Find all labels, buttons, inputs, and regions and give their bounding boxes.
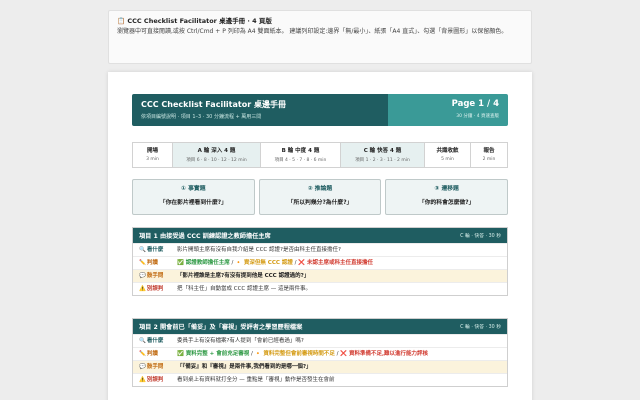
flow-stage-time: 3 min — [146, 157, 159, 162]
flow-stage: A 輪 深入 4 題 項目 6 · 8 · 10 · 12 · 12 min — [173, 143, 261, 167]
flow-stage-name: 開場 — [146, 148, 158, 154]
item-row-look: 🔍看什麼 影片開頭主席有沒有自我介紹是 CCC 認證?是否由科主任直接擔任? — [133, 243, 507, 256]
row-label: 鼓手問 — [146, 273, 164, 279]
session-flow: 開場 3 min A 輪 深入 4 題 項目 6 · 8 · 10 · 12 ·… — [132, 142, 508, 168]
flow-stage: 共識收斂 5 min — [425, 143, 471, 167]
page-header: CCC Checklist Facilitator 桌邊手冊 依項目編號說明 ·… — [132, 94, 508, 126]
universal-questions: ① 事實題 「你在影片裡看到什麼?」 ② 推論題 「所以判幾分?為什麼?」 ③ … — [132, 179, 509, 215]
page-subtitle: 依項目編號說明 · 項目 1–3 · 30 分鐘流程 + 萬用三問 — [141, 114, 262, 120]
item-tag: C 輪 · 快答 · 30 秒 — [460, 325, 501, 330]
row-value: 委員手上有沒有檔案?有人提到「會前已經看過」嗎? — [177, 338, 304, 344]
judge-pass: ✅ 認證教師擔任主席 — [177, 260, 230, 266]
notice-body: 瀏覽器中可直接閱讀,或按 Ctrl/Cmd + P 列印為 A4 雙面紙本。 建… — [117, 28, 508, 35]
magnifier-icon: 🔍 — [139, 247, 146, 253]
speech-bubble-icon: 💬 — [139, 364, 146, 370]
row-value: 看到桌上有資料就打全分 — 重點是「審視」動作是否發生在會前 — [177, 377, 335, 383]
flow-stage: 開場 3 min — [133, 143, 173, 167]
judge-fail: ❌ 資料準備不足,難以進行能力評核 — [340, 351, 429, 357]
judge-fail: ❌ 未認主席或科主任直接擔任 — [298, 260, 373, 266]
judge-partial: 🔸 資料完整但會前審視時間不足 — [254, 351, 335, 357]
pencil-icon: ✏️ — [139, 260, 146, 266]
page-number: Page 1 / 4 — [451, 99, 499, 109]
question-title: ③ 遷移題 — [434, 186, 459, 192]
notice-title: 📋 CCC Checklist Facilitator 桌邊手冊 · 4 頁版 — [117, 17, 272, 25]
flow-stage: B 輪 中度 4 題 項目 4 · 5 · 7 · 8 · 6 min — [261, 143, 341, 167]
judge-pass: ✅ 資料完整 + 會前充足審視 — [177, 351, 250, 357]
row-value: 「影片裡誰是主席?有沒有提到他是 CCC 認證過的?」 — [177, 273, 310, 279]
item-row-judge: ✏️判讀 ✅ 認證教師擔任主席 / 🔸 資深但無 CCC 認證 / ❌ 未認主席… — [133, 256, 507, 269]
flow-stage-time: 項目 4 · 5 · 7 · 8 · 6 min — [274, 158, 327, 163]
warning-icon: ⚠️ — [139, 286, 146, 292]
pencil-icon: ✏️ — [139, 351, 146, 357]
item-row-ask: 💬鼓手問 「『備妥』和『審視』是兩件事,我們看到的是哪一個?」 — [133, 360, 507, 373]
flow-stage-name: C 輪 快答 4 題 — [363, 148, 402, 154]
question-title: ② 推論題 — [307, 186, 333, 192]
item-title: 項目 2 開會前已「備妥」及「審視」受評者之學習歷程檔案 — [139, 324, 303, 331]
row-label: 看什麼 — [146, 338, 164, 344]
item-header: 項目 1 由接受過 CCC 訓練認證之教師擔任主席 C 輪 · 快答 · 30 … — [133, 228, 507, 243]
row-label: 別誤判 — [146, 286, 164, 292]
question-text: 「你在影片裡看到什麼?」 — [159, 200, 227, 206]
flow-stage-name: A 輪 深入 4 題 — [197, 148, 236, 154]
item-row-judge: ✏️判讀 ✅ 資料完整 + 會前充足審視 / 🔸 資料完整但會前審視時間不足 /… — [133, 347, 507, 360]
warning-icon: ⚠️ — [139, 377, 146, 383]
checklist-item: 項目 1 由接受過 CCC 訓練認證之教師擔任主席 C 輪 · 快答 · 30 … — [132, 227, 508, 296]
flow-stage: C 輪 快答 4 題 項目 1 · 2 · 3 · 11 · 2 min — [341, 143, 425, 167]
flow-stage-name: 報告 — [483, 148, 495, 154]
page-meta: 30 分鐘 · 4 頁速查版 — [456, 114, 499, 119]
row-label: 鼓手問 — [146, 364, 164, 370]
flow-stage-time: 項目 6 · 8 · 10 · 12 · 12 min — [186, 158, 247, 163]
row-label: 判讀 — [146, 351, 158, 357]
item-row-warn: ⚠️別誤判 看到桌上有資料就打全分 — 重點是「審視」動作是否發生在會前 — [133, 373, 507, 386]
flow-stage-name: B 輪 中度 4 題 — [281, 148, 320, 154]
question-card: ① 事實題 「你在影片裡看到什麼?」 — [132, 179, 255, 215]
flow-stage-time: 項目 1 · 2 · 3 · 11 · 2 min — [355, 158, 410, 163]
item-row-look: 🔍看什麼 委員手上有沒有檔案?有人提到「會前已經看過」嗎? — [133, 334, 507, 347]
row-label: 看什麼 — [146, 247, 164, 253]
row-label: 判讀 — [146, 260, 158, 266]
row-value: 「『備妥』和『審視』是兩件事,我們看到的是哪一個?」 — [177, 364, 312, 370]
checklist-item: 項目 2 開會前已「備妥」及「審視」受評者之學習歷程檔案 C 輪 · 快答 · … — [132, 318, 508, 387]
row-value: 把「科主任」自動當成 CCC 認證主席 — 這是兩件事。 — [177, 286, 312, 292]
question-card: ② 推論題 「所以判幾分?為什麼?」 — [258, 179, 382, 215]
flow-stage-time: 2 min — [482, 157, 496, 162]
row-value: ✅ 認證教師擔任主席 / 🔸 資深但無 CCC 認證 / ❌ 未認主席或科主任直… — [177, 260, 373, 266]
question-title: ① 事實題 — [181, 186, 206, 192]
judge-partial: 🔸 資深但無 CCC 認證 — [235, 260, 293, 266]
item-tag: C 輪 · 快答 · 30 秒 — [460, 234, 501, 239]
row-value: 影片開頭主席有沒有自我介紹是 CCC 認證?是否由科主任直接擔任? — [177, 247, 341, 253]
flow-stage: 報告 2 min — [471, 143, 507, 167]
magnifier-icon: 🔍 — [139, 338, 146, 344]
question-text: 「所以判幾分?為什麼?」 — [287, 200, 353, 206]
item-row-ask: 💬鼓手問 「影片裡誰是主席?有沒有提到他是 CCC 認證過的?」 — [133, 269, 507, 282]
page-title: CCC Checklist Facilitator 桌邊手冊 — [141, 100, 286, 109]
question-text: 「你的科會怎麼做?」 — [418, 200, 475, 206]
print-notice: 📋 CCC Checklist Facilitator 桌邊手冊 · 4 頁版 … — [108, 10, 532, 64]
item-header: 項目 2 開會前已「備妥」及「審視」受評者之學習歷程檔案 C 輪 · 快答 · … — [133, 319, 507, 334]
speech-bubble-icon: 💬 — [139, 273, 146, 279]
row-label: 別誤判 — [146, 377, 164, 383]
flow-stage-name: 共識收斂 — [436, 148, 459, 154]
flow-stage-time: 5 min — [441, 157, 454, 162]
row-value: ✅ 資料完整 + 會前充足審視 / 🔸 資料完整但會前審視時間不足 / ❌ 資料… — [177, 351, 429, 357]
question-card: ③ 遷移題 「你的科會怎麼做?」 — [385, 179, 509, 215]
item-title: 項目 1 由接受過 CCC 訓練認證之教師擔任主席 — [139, 233, 271, 240]
item-row-warn: ⚠️別誤判 把「科主任」自動當成 CCC 認證主席 — 這是兩件事。 — [133, 282, 507, 295]
handbook-page: CCC Checklist Facilitator 桌邊手冊 依項目編號說明 ·… — [108, 72, 532, 400]
